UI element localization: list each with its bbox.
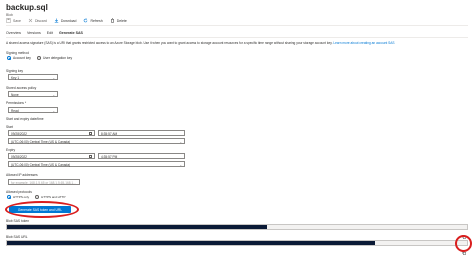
- start-timezone-select[interactable]: (UTC-06:00) Central Time (US & Canada) ⌄: [8, 138, 185, 144]
- allowed-protocols-label: Allowed protocols: [6, 190, 32, 194]
- download-icon: [54, 18, 59, 23]
- toolbar-divider: [6, 25, 468, 26]
- close-icon: [28, 18, 33, 23]
- chevron-down-icon: ⌄: [52, 92, 55, 97]
- chevron-down-icon: ⌄: [179, 139, 182, 144]
- radio-unselected-icon: [35, 195, 40, 199]
- start-timezone-value: (UTC-06:00) Central Time (US & Canada): [11, 139, 71, 144]
- save-button[interactable]: Save: [6, 18, 21, 23]
- start-time-value: 8:35:57 AM: [101, 131, 118, 136]
- refresh-button[interactable]: Refresh: [83, 18, 103, 23]
- expiry-time-input[interactable]: 4:35:57 PM: [98, 153, 185, 159]
- page-header: backup.sql Blob: [6, 3, 48, 17]
- save-label: Save: [13, 18, 21, 23]
- toolbar: Save Discard Download Refresh Delete: [6, 18, 127, 23]
- expiry-date-input[interactable]: 09/28/2022: [8, 153, 95, 159]
- allowed-ip-placeholder: for example, 168.1.5.65 or 168.1.5.65-16…: [11, 180, 76, 185]
- redacted-token: [7, 225, 267, 229]
- permissions-value: Read: [11, 108, 19, 113]
- calendar-icon: [88, 154, 92, 158]
- expiry-timezone-value: (UTC-06:00) Central Time (US & Canada): [11, 162, 71, 167]
- download-button[interactable]: Download: [54, 18, 77, 23]
- expiry-date-value: 09/28/2022: [11, 154, 27, 159]
- allowed-ip-input[interactable]: for example, 168.1.5.65 or 168.1.5.65-16…: [8, 179, 80, 185]
- start-date-value: 09/28/2022: [11, 131, 27, 136]
- chevron-down-icon: ⌄: [179, 162, 182, 167]
- expiry-time-value: 4:35:57 PM: [101, 154, 118, 159]
- redacted-url: [7, 241, 375, 245]
- annotation-circle-generate: [5, 201, 79, 218]
- allowed-ip-label: Allowed IP addresses: [6, 173, 38, 177]
- blob-sas-token-field[interactable]: [6, 224, 468, 239]
- discard-button[interactable]: Discard: [28, 18, 47, 23]
- radio-unselected-icon: [36, 56, 41, 60]
- start-time-input[interactable]: 8:35:57 AM: [98, 130, 185, 136]
- radio-account-key-label: Account key: [13, 56, 31, 60]
- signing-method-group: Account key User delegation key: [7, 56, 72, 60]
- calendar-icon: [88, 131, 92, 135]
- delete-label: Delete: [116, 18, 127, 23]
- radio-account-key[interactable]: Account key: [7, 56, 31, 60]
- expiry-label: Expiry: [6, 148, 16, 152]
- blob-sas-url-label: Blob SAS URL: [6, 235, 28, 239]
- radio-https-only[interactable]: HTTPS only: [7, 195, 29, 199]
- signing-method-label: Signing method: [6, 51, 29, 55]
- annotation-circle-copy: [455, 235, 472, 252]
- page-title: backup.sql: [6, 3, 48, 12]
- signing-key-label: Signing key: [6, 69, 24, 73]
- radio-user-delegation-label: User delegation key: [42, 56, 73, 60]
- trash-icon: [110, 18, 114, 23]
- radio-https-only-label: HTTPS only: [13, 195, 30, 199]
- chevron-down-icon: ⌄: [52, 75, 55, 80]
- radio-user-delegation-key[interactable]: User delegation key: [36, 56, 73, 60]
- blob-sas-url-field[interactable]: [6, 240, 468, 255]
- allowed-protocols-group: HTTPS only HTTPS and HTTP: [7, 195, 66, 199]
- signing-key-select[interactable]: Key 1 ⌄: [8, 74, 58, 80]
- stored-policy-select[interactable]: None ⌄: [8, 91, 58, 97]
- learn-more-link[interactable]: Learn more about creating an account SAS: [333, 41, 394, 45]
- page-subtitle: Blob: [6, 13, 14, 17]
- description: A shared access signature (SAS) is a URI…: [6, 41, 468, 45]
- refresh-icon: [84, 18, 88, 23]
- discard-label: Discard: [34, 18, 47, 23]
- radio-selected-icon: [7, 195, 11, 199]
- chevron-down-icon: ⌄: [52, 108, 55, 113]
- expiry-timezone-select[interactable]: (UTC-06:00) Central Time (US & Canada) ⌄: [8, 161, 185, 167]
- stored-policy-value: None: [11, 92, 19, 97]
- download-label: Download: [60, 18, 77, 23]
- delete-button[interactable]: Delete: [110, 18, 127, 23]
- blob-sas-token-label: Blob SAS token: [6, 219, 30, 223]
- radio-https-and-http-label: HTTPS and HTTP: [41, 195, 66, 199]
- description-text: A shared access signature (SAS) is a URI…: [6, 41, 333, 45]
- tabs-divider: [6, 37, 468, 38]
- radio-https-and-http[interactable]: HTTPS and HTTP: [35, 195, 66, 199]
- time-section-label: Start and expiry date/time: [6, 117, 44, 121]
- permissions-label: Permissions *: [6, 101, 27, 105]
- stored-policy-label: Stored access policy: [6, 86, 37, 90]
- radio-selected-icon: [7, 56, 11, 60]
- refresh-label: Refresh: [90, 18, 103, 23]
- copy-token-button[interactable]: [462, 226, 466, 239]
- signing-key-value: Key 1: [11, 75, 20, 80]
- start-date-input[interactable]: 09/28/2022: [8, 130, 95, 136]
- start-label: Start: [6, 125, 13, 129]
- save-icon: [6, 18, 11, 23]
- permissions-select[interactable]: Read ⌄: [8, 107, 58, 113]
